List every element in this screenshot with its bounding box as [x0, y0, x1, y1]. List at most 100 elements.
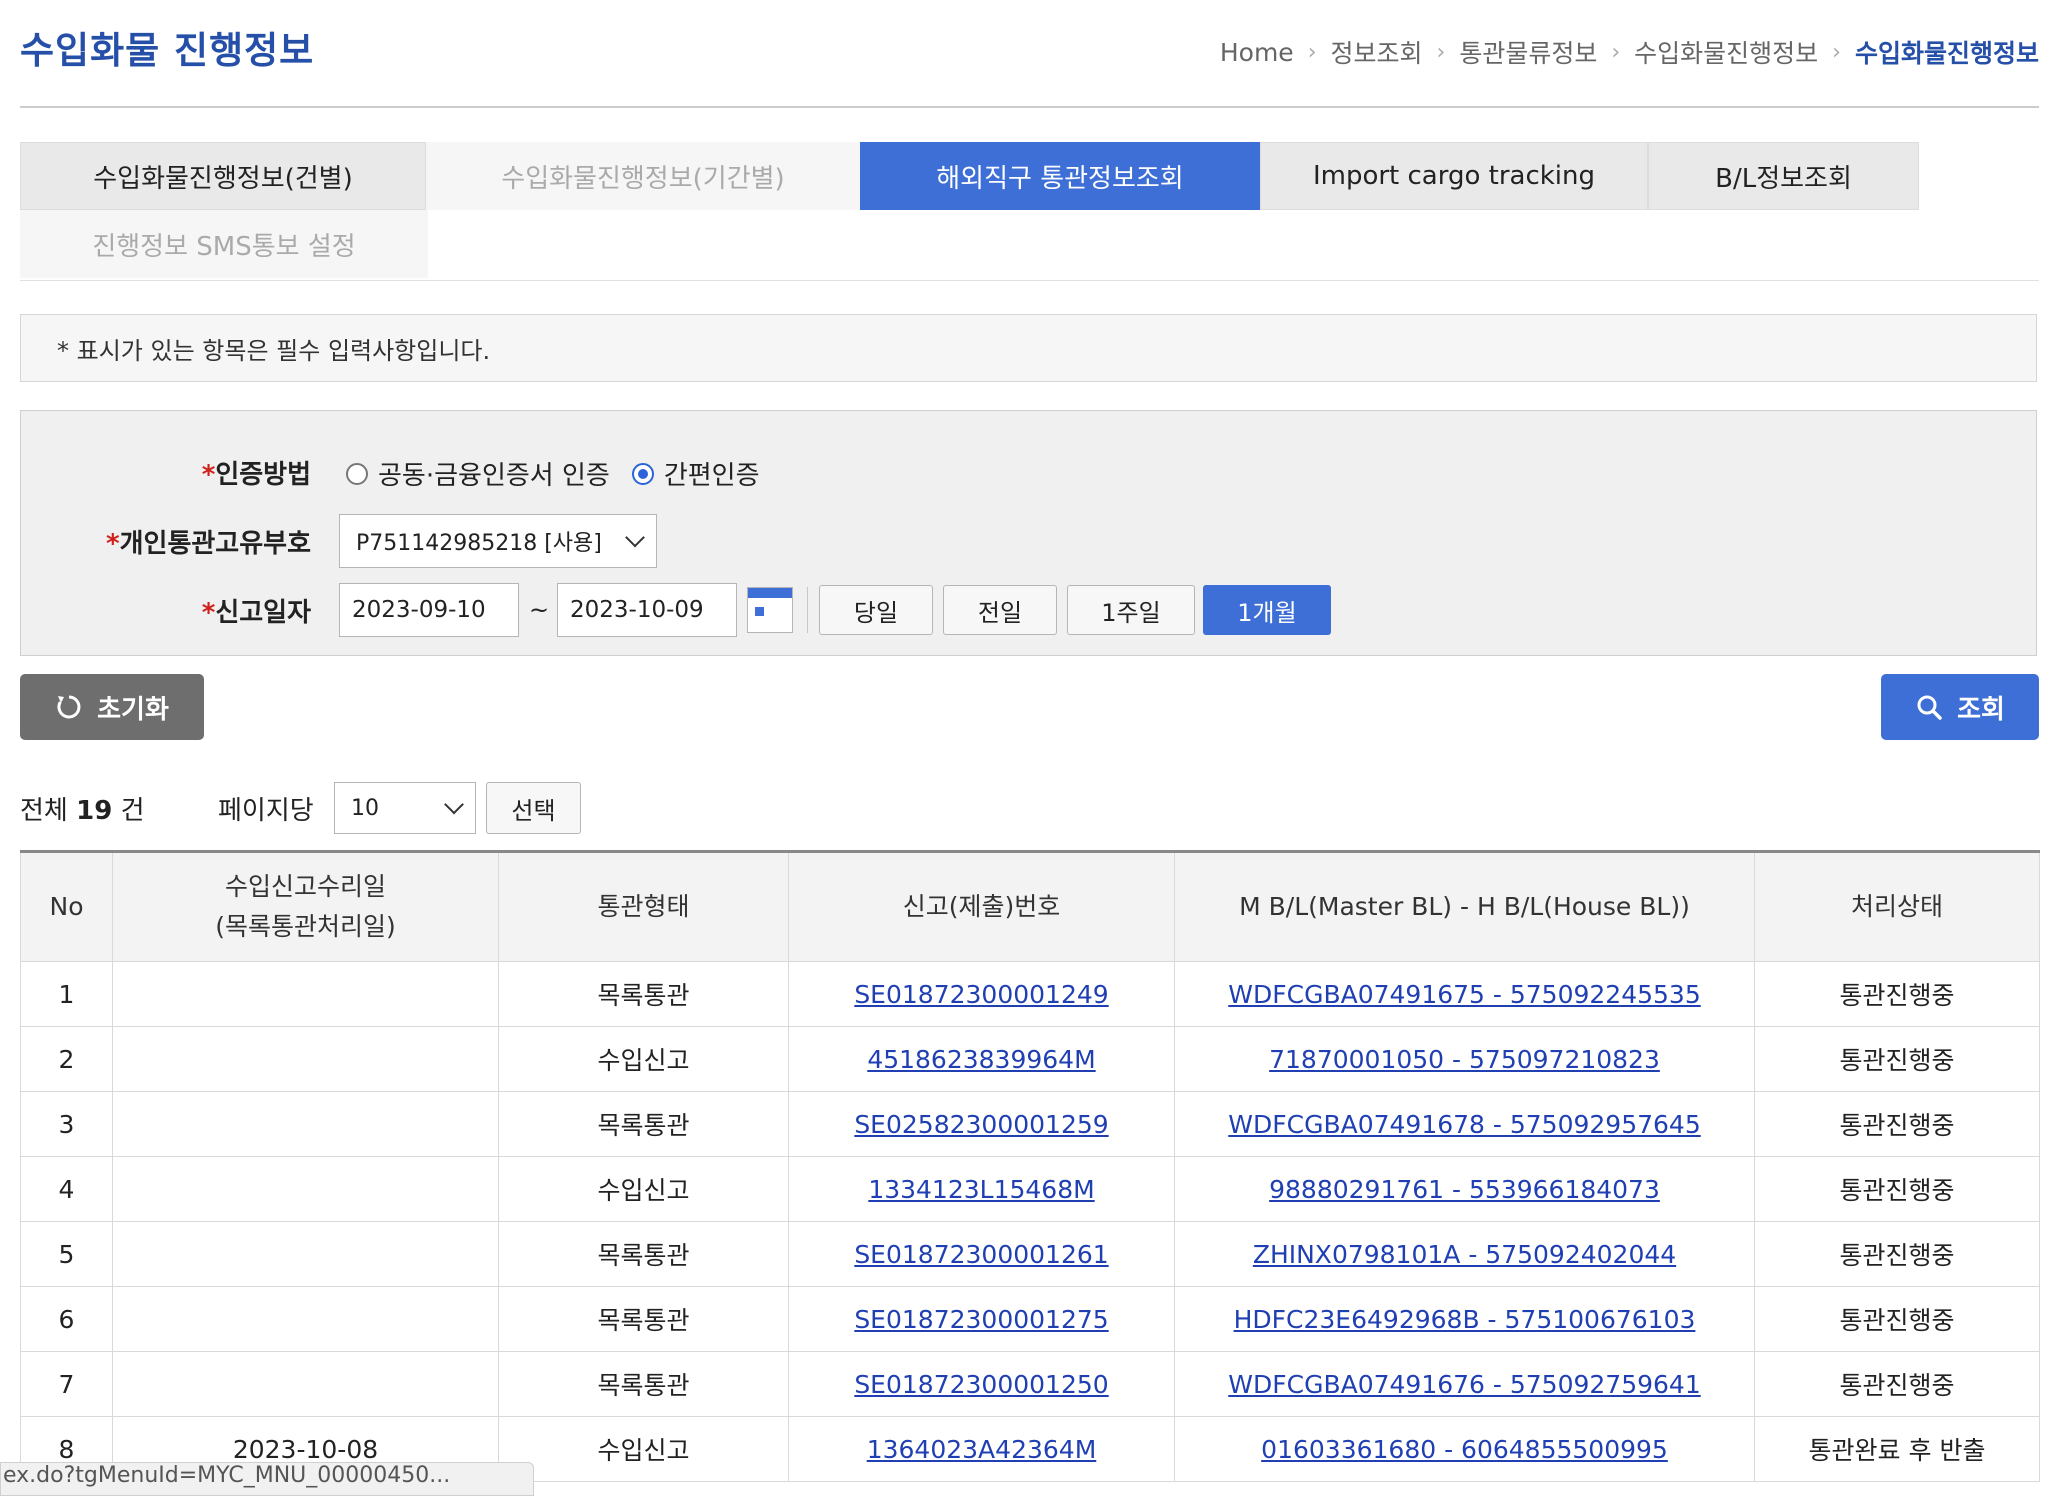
table-row: 3 목록통관 SE02582300001259 WDFCGBA07491678 … — [20, 1091, 2040, 1157]
date-range-separator: ~ — [529, 596, 550, 624]
cell-bl: WDFCGBA07491675 - 575092245535 — [1174, 961, 1755, 1027]
apply-per-page-button[interactable]: 선택 — [486, 782, 581, 834]
auth-method-radio-group: 공동·금융인증서 인증 간편인증 — [346, 455, 782, 492]
tab-bl-info[interactable]: B/L정보조회 — [1648, 142, 1919, 210]
cell-bl: WDFCGBA07491676 - 575092759641 — [1174, 1351, 1755, 1417]
cell-no: 6 — [20, 1286, 113, 1352]
tab-divider — [20, 280, 2039, 281]
breadcrumb-home[interactable]: Home — [1220, 38, 1294, 67]
bl-link[interactable]: WDFCGBA07491675 - 575092245535 — [1228, 980, 1700, 1009]
cell-status: 통관완료 후 반출 — [1754, 1416, 2040, 1482]
bl-link[interactable]: ZHINX0798101A - 575092402044 — [1253, 1240, 1676, 1269]
cell-type: 목록통관 — [498, 1091, 789, 1157]
date-to-input[interactable]: 2023-10-09 — [557, 583, 737, 637]
cell-declaration: SE01872300001249 — [788, 961, 1175, 1027]
cell-declaration: SE01872300001261 — [788, 1221, 1175, 1287]
cell-declaration: 4518623839964M — [788, 1026, 1175, 1092]
total-count: 전체 19 건 — [20, 796, 145, 826]
cell-declaration: SE02582300001259 — [788, 1091, 1175, 1157]
chevron-right-icon: › — [1436, 39, 1446, 65]
header-accept-date: 수입신고수리일 (목록통관처리일) — [112, 850, 499, 962]
declaration-link[interactable]: SE01872300001261 — [854, 1240, 1108, 1269]
page-title: 수입화물 진행정보 — [20, 29, 315, 72]
cell-status: 통관진행중 — [1754, 961, 2040, 1027]
breadcrumb-item[interactable]: 정보조회 — [1331, 34, 1423, 70]
breadcrumb: Home › 정보조회 › 통관물류정보 › 수입화물진행정보 › 수입화물진행… — [1220, 34, 2039, 70]
breadcrumb-item[interactable]: 수입화물진행정보 — [1634, 34, 1818, 70]
cell-bl: 71870001050 - 575097210823 — [1174, 1026, 1755, 1092]
cell-status: 통관진행중 — [1754, 1156, 2040, 1222]
cell-bl: 98880291761 - 553966184073 — [1174, 1156, 1755, 1222]
declaration-link[interactable]: SE01872300001275 — [854, 1305, 1108, 1334]
chevron-right-icon: › — [1307, 39, 1317, 65]
calendar-icon[interactable] — [747, 587, 793, 633]
declaration-date-label: *신고일자 — [201, 598, 311, 628]
reset-button[interactable]: 초기화 — [20, 674, 204, 740]
cell-no: 4 — [20, 1156, 113, 1222]
cell-date — [112, 1091, 499, 1157]
declaration-link[interactable]: 1364023A42364M — [867, 1435, 1097, 1464]
search-form: *인증방법 공동·금융인증서 인증 간편인증 *개인통관고유부호 P751142… — [20, 410, 2037, 656]
cell-date — [112, 961, 499, 1027]
declaration-link[interactable]: SE02582300001259 — [854, 1110, 1108, 1139]
tab-overseas-direct-purchase[interactable]: 해외직구 통관정보조회 — [860, 142, 1260, 210]
cell-type: 목록통관 — [498, 1351, 789, 1417]
tab-import-cargo-tracking[interactable]: Import cargo tracking — [1260, 142, 1648, 210]
tab-cargo-by-period[interactable]: 수입화물진행정보(기간별) — [426, 142, 860, 210]
cell-type: 목록통관 — [498, 961, 789, 1027]
declaration-link[interactable]: SE01872300001250 — [854, 1370, 1108, 1399]
bl-link[interactable]: WDFCGBA07491676 - 575092759641 — [1228, 1370, 1700, 1399]
radio-certificate[interactable] — [346, 462, 368, 485]
cell-status: 통관진행중 — [1754, 1286, 2040, 1352]
breadcrumb-item[interactable]: 통관물류정보 — [1459, 34, 1597, 70]
chevron-down-icon — [444, 794, 464, 815]
radio-simple-auth[interactable] — [631, 462, 654, 485]
per-page-select[interactable]: 10 — [334, 782, 476, 834]
period-month-button[interactable]: 1개월 — [1203, 585, 1331, 635]
table-row: 2 수입신고 4518623839964M 71870001050 - 5750… — [20, 1026, 2040, 1092]
search-icon — [1915, 693, 1943, 721]
cell-bl: ZHINX0798101A - 575092402044 — [1174, 1221, 1755, 1287]
cell-declaration: 1364023A42364M — [788, 1416, 1175, 1482]
chevron-right-icon: › — [1611, 39, 1621, 65]
tab-sms-setting[interactable]: 진행정보 SMS통보 설정 — [20, 210, 428, 278]
cell-date — [112, 1026, 499, 1092]
cell-date — [112, 1286, 499, 1352]
bl-link[interactable]: 71870001050 - 575097210823 — [1269, 1045, 1660, 1074]
table-header-row: No 수입신고수리일 (목록통관처리일) 통관형태 신고(제출)번호 M B/L(… — [20, 850, 2040, 962]
cell-type: 수입신고 — [498, 1026, 789, 1092]
customs-code-select[interactable]: P751142985218 [사용] — [339, 514, 657, 568]
cell-no: 5 — [20, 1221, 113, 1287]
required-notice: * 표시가 있는 항목은 필수 입력사항입니다. — [20, 314, 2037, 382]
radio-simple-auth-label[interactable]: 간편인증 — [664, 455, 760, 492]
table-row: 1 목록통관 SE01872300001249 WDFCGBA07491675 … — [20, 961, 2040, 1027]
cell-no: 1 — [20, 961, 113, 1027]
period-week-button[interactable]: 1주일 — [1067, 585, 1195, 635]
bl-link[interactable]: 98880291761 - 553966184073 — [1269, 1175, 1660, 1204]
cell-no: 3 — [20, 1091, 113, 1157]
date-from-input[interactable]: 2023-09-10 — [339, 583, 519, 637]
cell-declaration: 1334123L15468M — [788, 1156, 1175, 1222]
table-row: 5 목록통관 SE01872300001261 ZHINX0798101A - … — [20, 1221, 2040, 1287]
tab-cargo-by-case[interactable]: 수입화물진행정보(건별) — [20, 142, 426, 210]
refresh-icon — [55, 693, 83, 721]
declaration-link[interactable]: 1334123L15468M — [868, 1175, 1094, 1204]
declaration-link[interactable]: SE01872300001249 — [854, 980, 1108, 1009]
cell-no: 2 — [20, 1026, 113, 1092]
bl-link[interactable]: HDFC23E6492968B - 575100676103 — [1234, 1305, 1696, 1334]
header-bl-number: M B/L(Master BL) - H B/L(House BL)) — [1174, 850, 1755, 962]
header-status: 처리상태 — [1754, 850, 2040, 962]
bl-link[interactable]: WDFCGBA07491678 - 575092957645 — [1228, 1110, 1700, 1139]
cell-bl: 01603361680 - 6064855500995 — [1174, 1416, 1755, 1482]
radio-certificate-label[interactable]: 공동·금융인증서 인증 — [378, 455, 610, 492]
breadcrumb-current: 수입화물진행정보 — [1854, 39, 2039, 68]
period-today-button[interactable]: 당일 — [819, 585, 933, 635]
declaration-link[interactable]: 4518623839964M — [867, 1045, 1095, 1074]
bl-link[interactable]: 01603361680 - 6064855500995 — [1261, 1435, 1668, 1464]
period-yesterday-button[interactable]: 전일 — [943, 585, 1057, 635]
title-divider — [20, 106, 2039, 108]
header-declaration-number: 신고(제출)번호 — [788, 850, 1175, 962]
cell-bl: WDFCGBA07491678 - 575092957645 — [1174, 1091, 1755, 1157]
search-button[interactable]: 조회 — [1881, 674, 2039, 740]
table-row: 4 수입신고 1334123L15468M 98880291761 - 5539… — [20, 1156, 2040, 1222]
